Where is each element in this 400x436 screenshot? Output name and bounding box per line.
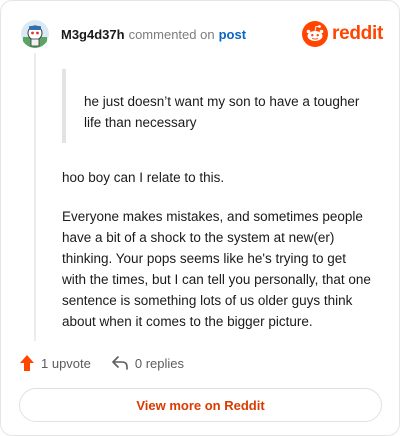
replies-button[interactable]: 0 replies [111,355,184,371]
comment-body: he just doesn’t want my son to have a to… [62,69,371,350]
reply-arrow-icon [112,356,128,370]
username[interactable]: M3g4d37h [61,27,125,42]
thread-line [34,53,36,341]
view-more-on-reddit-button[interactable]: View more on Reddit [19,388,382,422]
snoo-avatar-icon [21,20,49,48]
quoted-text: he just doesn’t want my son to have a to… [62,69,371,143]
reddit-logo-icon [302,21,329,47]
upvote-button[interactable]: 1 upvote [19,354,91,372]
upvote-count: 1 upvote [41,355,91,371]
replies-count: 0 replies [134,355,185,371]
reddit-brand[interactable]: reddit [302,21,383,47]
comment-paragraph: Everyone makes mistakes, and sometimes p… [62,209,371,329]
post-link[interactable]: post [219,27,246,42]
reddit-wordmark: reddit [332,23,383,44]
comment-header: M3g4d37h commented on post reddit [21,17,383,51]
embedded-comment-card: M3g4d37h commented on post reddit he jus… [0,0,400,436]
commented-on-text: commented on [128,26,215,42]
comment-paragraph: hoo boy can I relate to this. [62,170,225,185]
comment-actions: 1 upvote 0 replies [19,354,184,372]
upvote-arrow-icon [20,355,34,371]
comment-meta: M3g4d37h commented on post [61,27,246,42]
user-avatar[interactable] [21,20,49,48]
